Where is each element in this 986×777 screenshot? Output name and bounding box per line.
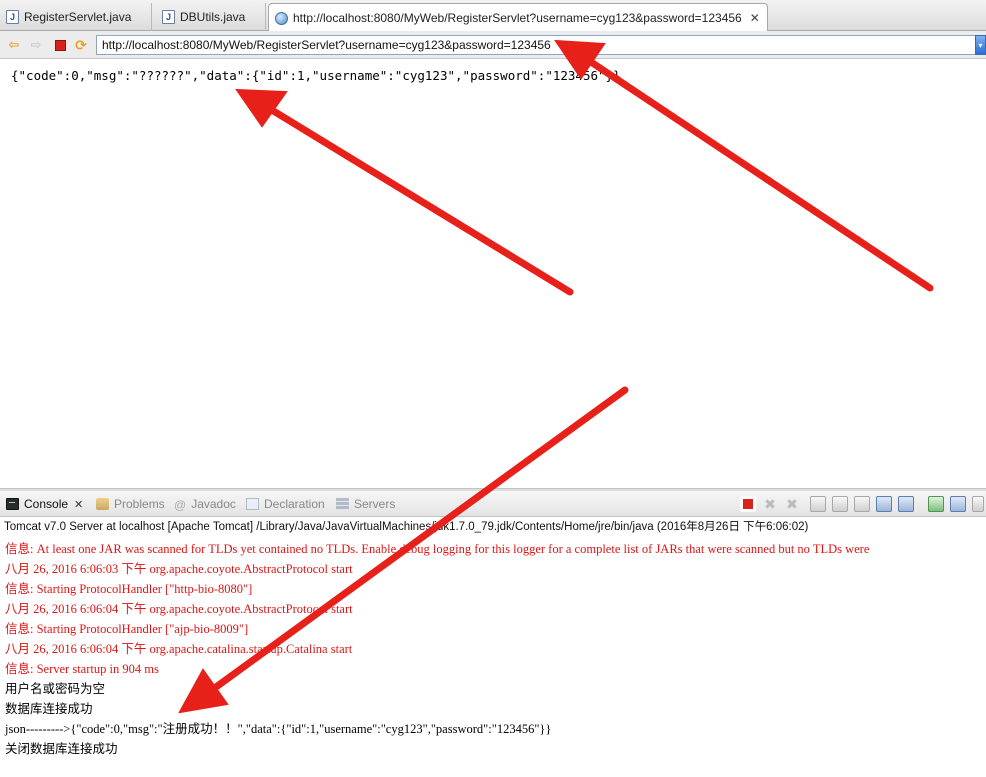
json-response: {"code":0,"msg":"??????","data":{"id":1,…: [11, 68, 621, 83]
forward-arrow-icon[interactable]: ⇨: [28, 37, 44, 53]
tab-javadoc-label: Javadoc: [191, 497, 236, 511]
tab-problems[interactable]: Problems: [96, 495, 165, 513]
tab-declaration[interactable]: Declaration: [246, 495, 325, 513]
browser-page: {"code":0,"msg":"??????","data":{"id":1,…: [0, 60, 986, 488]
console-line: 关闭数据库连接成功: [5, 742, 118, 756]
console-line: 信息: At least one JAR was scanned for TLD…: [5, 542, 870, 556]
pin-console-icon[interactable]: [928, 496, 944, 512]
remove-all-terminated-icon[interactable]: ✖: [784, 496, 800, 512]
tab-javadoc[interactable]: @ Javadoc: [174, 495, 236, 513]
declaration-icon: [246, 498, 259, 510]
tab-label: DBUtils.java: [180, 10, 246, 24]
editor-tab-bar: J RegisterServlet.java J DBUtils.java ht…: [0, 0, 986, 32]
console-line: 信息: Starting ProtocolHandler ["http-bio-…: [5, 582, 253, 596]
clear-console-icon[interactable]: [810, 496, 826, 512]
display-console-icon[interactable]: [950, 496, 966, 512]
tab-console[interactable]: Console ✕: [6, 495, 83, 513]
terminate-icon[interactable]: [740, 496, 756, 512]
tab-label: RegisterServlet.java: [24, 10, 132, 24]
console-line: 八月 26, 2016 6:06:04 下午 org.apache.coyote…: [5, 602, 353, 616]
browser-toolbar: ⇦ ⇨ ⟳ http://localhost:8080/MyWeb/Regist…: [0, 31, 986, 59]
console-line: json--------->{"code":0,"msg":"注册成功！！","…: [5, 722, 552, 736]
back-arrow-icon[interactable]: ⇦: [6, 37, 22, 53]
close-icon[interactable]: ✕: [750, 11, 760, 25]
stop-icon[interactable]: [52, 37, 68, 53]
console-line: 数据库连接成功: [5, 702, 93, 716]
tab-registerservlet-java[interactable]: J RegisterServlet.java: [0, 3, 152, 31]
problems-icon: [96, 498, 109, 510]
refresh-icon[interactable]: ⟳: [73, 37, 89, 53]
tab-declaration-label: Declaration: [264, 497, 325, 511]
tab-browser-register-servlet[interactable]: http://localhost:8080/MyWeb/RegisterServ…: [268, 3, 768, 32]
show-on-stderr-icon[interactable]: [898, 496, 914, 512]
show-on-stdout-icon[interactable]: [876, 496, 892, 512]
console-line: 信息: Starting ProtocolHandler ["ajp-bio-8…: [5, 622, 249, 636]
console-line: 信息: Server startup in 904 ms: [5, 662, 159, 676]
tab-servers-label: Servers: [354, 497, 396, 511]
javadoc-icon: @: [174, 498, 187, 512]
tab-label: http://localhost:8080/MyWeb/RegisterServ…: [293, 11, 742, 25]
globe-icon: [275, 11, 288, 25]
java-file-icon: J: [6, 10, 19, 24]
tab-problems-label: Problems: [114, 497, 165, 511]
servers-icon: [336, 498, 349, 510]
tab-servers[interactable]: Servers: [336, 495, 395, 513]
console-process-label: Tomcat v7.0 Server at localhost [Apache …: [4, 521, 809, 533]
console-output: 信息: At least one JAR was scanned for TLD…: [0, 535, 986, 777]
close-icon[interactable]: ✕: [74, 498, 83, 511]
tab-console-label: Console: [24, 497, 69, 511]
console-line: 用户名或密码为空: [5, 682, 106, 696]
views-tab-bar: Console ✕ Problems @ Javadoc Declaration…: [0, 491, 986, 517]
console-line: 八月 26, 2016 6:06:04 下午 org.apache.catali…: [5, 642, 353, 656]
open-console-icon[interactable]: [972, 496, 984, 512]
url-dropdown-icon[interactable]: ▾: [975, 35, 986, 55]
url-input[interactable]: http://localhost:8080/MyWeb/RegisterServ…: [96, 35, 976, 55]
console-line: 八月 26, 2016 6:06:03 下午 org.apache.coyote…: [5, 562, 353, 576]
tab-dbutils-java[interactable]: J DBUtils.java: [156, 3, 266, 31]
remove-launch-icon[interactable]: ✖: [762, 496, 778, 512]
word-wrap-icon[interactable]: [854, 496, 870, 512]
scroll-lock-icon[interactable]: [832, 496, 848, 512]
java-file-icon: J: [162, 10, 175, 24]
console-icon: [6, 498, 19, 510]
